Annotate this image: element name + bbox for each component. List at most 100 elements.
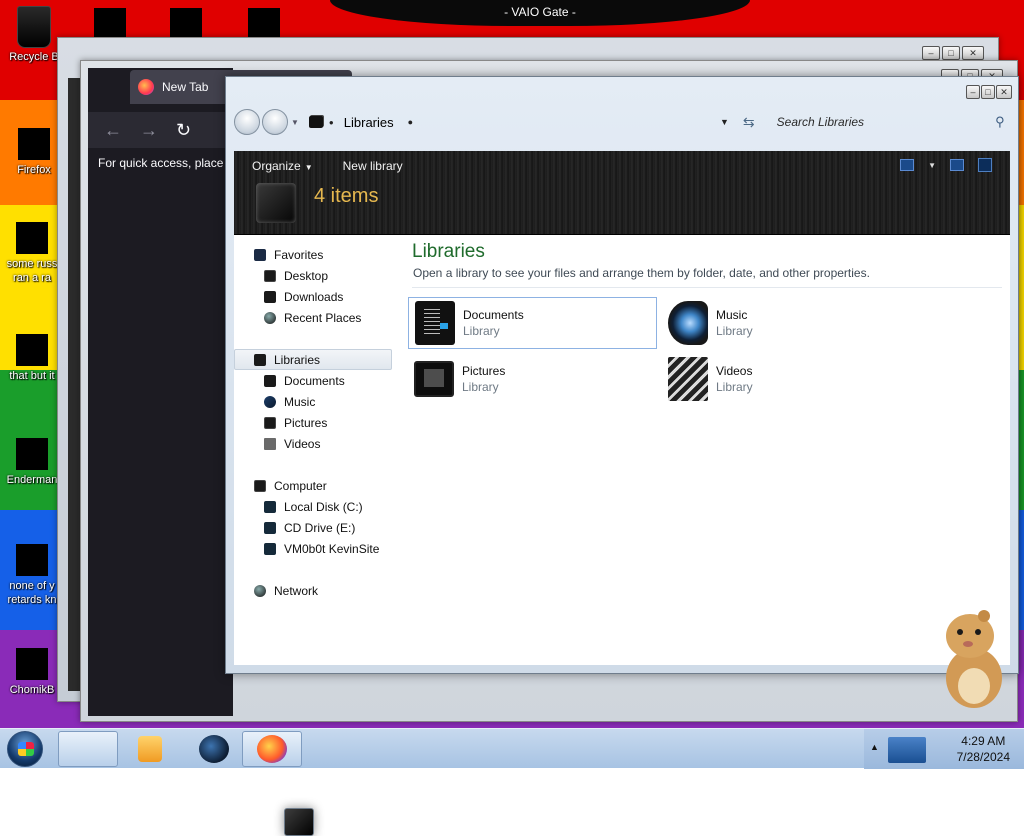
search-icon[interactable]: ⚲ [995, 114, 1005, 130]
pictures-icon [264, 416, 276, 429]
desktop-icon-document-3[interactable]: none of y retards kn [0, 544, 64, 607]
desktop-icon-label: ChomikB [9, 684, 55, 696]
hamster-nose [963, 641, 973, 647]
system-tray: ▲ 4:29 AM 7/28/2024 [864, 729, 1024, 769]
help-icon[interactable] [978, 158, 992, 172]
command-bar: Organize ▼ New library ▼ 4 items [234, 151, 1010, 235]
organize-button[interactable]: Organize ▼ [252, 159, 313, 173]
breadcrumb-separator-icon[interactable]: ● [408, 117, 413, 127]
nav-item-cd-drive[interactable]: CD Drive (E:) [234, 517, 392, 538]
desktop-icon-chomik[interactable]: ChomikB [0, 648, 64, 697]
minimize-button[interactable]: – [966, 85, 980, 99]
taskbar-media-player-button[interactable] [120, 731, 180, 767]
organize-label: Organize [252, 159, 301, 173]
nav-item-local-disk[interactable]: Local Disk (C:) [234, 496, 392, 517]
nav-item-documents[interactable]: Documents [234, 370, 392, 391]
desktop-icon-top-1[interactable] [94, 8, 126, 38]
downloads-icon [264, 290, 276, 303]
nav-item-label: Desktop [284, 268, 329, 283]
page-subtitle: Open a library to see your files and arr… [413, 266, 870, 280]
recent-pages-chevron-icon[interactable]: ▼ [291, 118, 299, 127]
back-button[interactable] [234, 109, 260, 135]
close-button[interactable]: ✕ [962, 46, 984, 60]
taskbar-browser-button[interactable] [184, 731, 244, 767]
nav-item-libraries[interactable]: Libraries [234, 349, 392, 370]
videos-icon [264, 437, 276, 450]
nav-item-vm-share[interactable]: VM0b0t KevinSite [234, 538, 392, 559]
minimize-button[interactable]: – [922, 46, 940, 60]
chevron-down-icon[interactable]: ▼ [928, 161, 936, 170]
desktop-icon [264, 269, 276, 282]
nav-item-favorites[interactable]: Favorites [234, 244, 392, 265]
clock[interactable]: 4:29 AM 7/28/2024 [957, 733, 1010, 765]
desktop-icon-label: Enderman [6, 474, 58, 486]
clock-time: 4:29 AM [961, 734, 1006, 748]
taskbar-firefox-button[interactable] [242, 731, 302, 767]
close-button[interactable]: ✕ [996, 85, 1012, 99]
library-tile-music[interactable]: Music Library [662, 297, 911, 349]
nav-item-videos[interactable]: Videos [234, 433, 392, 454]
forward-button[interactable] [262, 109, 288, 135]
enderman-icon [16, 438, 48, 470]
refresh-icon[interactable]: ⇆ [743, 114, 755, 131]
nav-item-network[interactable]: Network [234, 580, 392, 601]
library-name: Documents [463, 308, 524, 322]
computer-icon [254, 479, 266, 492]
address-bar[interactable]: ● Libraries ● ▼ [308, 110, 729, 134]
desktop-icon-label: some russ [6, 258, 58, 270]
change-view-icon[interactable] [900, 159, 915, 171]
desktop-icon-top-2[interactable] [170, 8, 202, 38]
breadcrumb-libraries[interactable]: Libraries [344, 115, 394, 130]
library-tile-videos[interactable]: Videos Library [662, 353, 911, 405]
desktop-icon-top-3[interactable] [248, 8, 280, 38]
clock-date: 7/28/2024 [956, 750, 1010, 764]
window-controls: – □ ✕ [922, 46, 984, 60]
library-tile-pictures[interactable]: Pictures Library [408, 353, 657, 405]
network-globe-icon [254, 584, 266, 597]
back-arrow-icon[interactable]: ← [104, 120, 122, 141]
nav-item-computer[interactable]: Computer [234, 475, 392, 496]
taskbar-explorer-button[interactable] [58, 731, 314, 836]
nav-item-label: Documents [284, 373, 345, 388]
preview-pane-icon[interactable] [950, 159, 964, 171]
library-tile-documents[interactable]: Documents Library [408, 297, 657, 349]
desktop-icon-document-2[interactable]: that but it [0, 334, 64, 383]
nav-item-music[interactable]: Music [234, 391, 392, 412]
new-library-button[interactable]: New library [343, 159, 403, 173]
nav-item-downloads[interactable]: Downloads [234, 286, 392, 307]
command-menu: Organize ▼ New library [252, 159, 403, 173]
banner-title: - VAIO Gate - [504, 5, 576, 19]
tab-title: New Tab [162, 80, 209, 94]
hamster-eye [975, 629, 981, 635]
reload-icon[interactable]: ↻ [176, 120, 191, 141]
nav-item-recent-places[interactable]: Recent Places [234, 307, 392, 328]
nav-item-label: Videos [284, 436, 321, 451]
maximize-button[interactable]: □ [942, 46, 960, 60]
desktop-icon-enderman[interactable]: Enderman [0, 438, 64, 487]
show-hidden-icons-icon[interactable]: ▲ [870, 742, 879, 752]
firefox-icon [138, 79, 154, 95]
film-strip-icon [668, 357, 708, 401]
desktop-icon-document-1[interactable]: some russ ran a ra [0, 222, 64, 285]
library-type: Library [716, 324, 753, 338]
forward-arrow-icon[interactable]: → [140, 120, 158, 141]
firefox-icon [257, 735, 287, 763]
library-type: Library [716, 380, 753, 394]
maximize-button[interactable]: □ [981, 85, 995, 99]
divider [412, 287, 1002, 288]
address-dropdown-chevron-icon[interactable]: ▼ [720, 117, 729, 127]
explorer-window[interactable]: – □ ✕ ▼ ● Libraries ● ▼ ⇆ Search Librari… [225, 76, 1019, 674]
document-icon [16, 544, 48, 576]
breadcrumb-separator-icon[interactable]: ● [329, 118, 334, 127]
search-input[interactable]: Search Libraries ⚲ [773, 110, 1009, 134]
start-button[interactable] [7, 731, 43, 767]
network-status-icon[interactable] [888, 737, 926, 763]
taskbar: ▲ 4:29 AM 7/28/2024 [0, 728, 1024, 836]
nav-item-label: Music [284, 394, 316, 409]
address-row: ▼ ● Libraries ● ▼ ⇆ Search Libraries ⚲ [234, 105, 1010, 139]
nav-item-desktop[interactable]: Desktop [234, 265, 392, 286]
desktop-icon-label: ran a ra [13, 272, 51, 284]
navigation-pane: Favorites Desktop Downloads Recent Place… [234, 235, 392, 665]
window-controls: – □ ✕ [966, 85, 1012, 99]
nav-item-pictures[interactable]: Pictures [234, 412, 392, 433]
